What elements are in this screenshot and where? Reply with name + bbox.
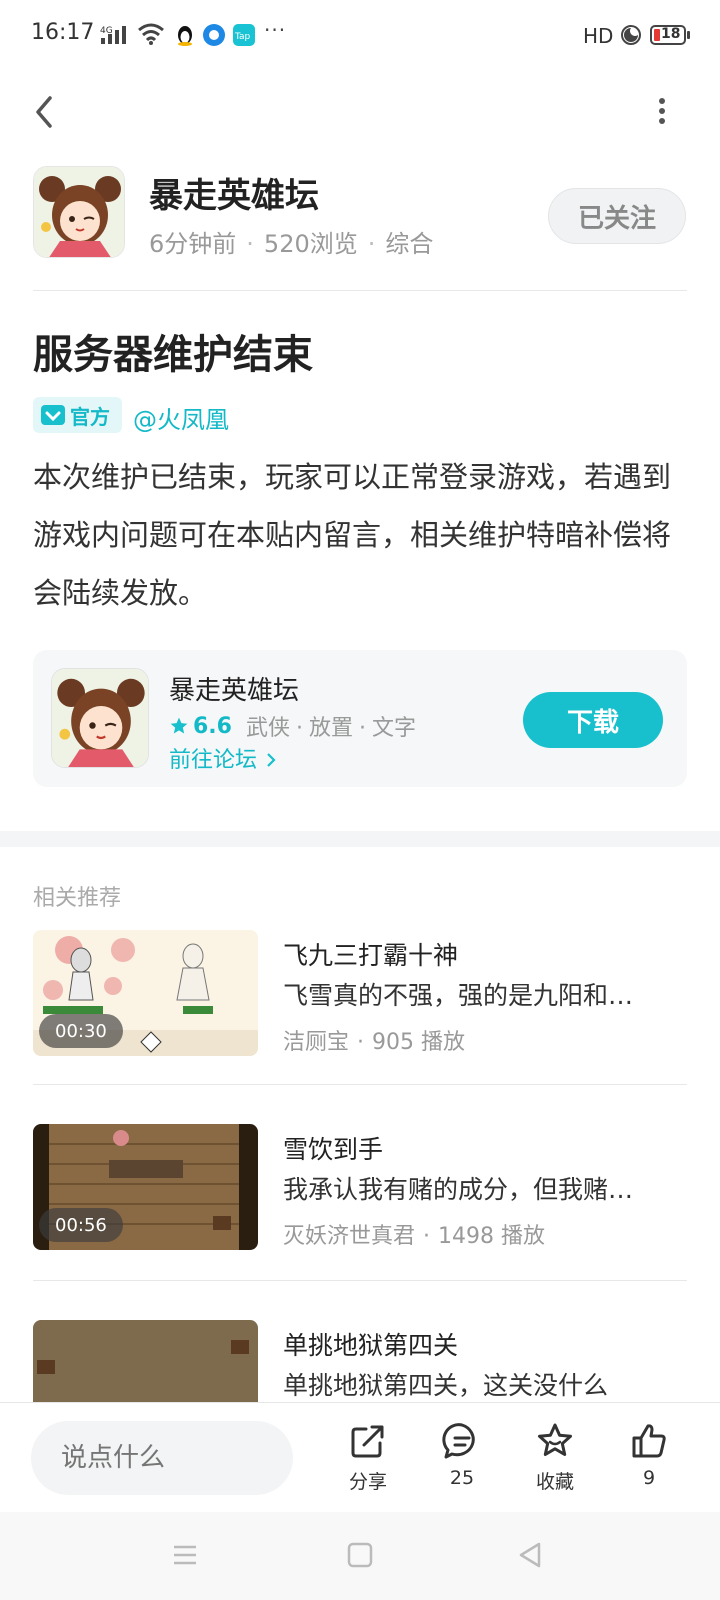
messenger-icon xyxy=(203,24,225,46)
like-count: 9 xyxy=(642,1467,656,1489)
more-vertical-icon xyxy=(659,98,665,124)
rec-description: 单挑地狱第四关，这关没什么 xyxy=(283,1371,609,1400)
rec-meta: 洁厕宝 · 905 播放 xyxy=(283,1030,466,1055)
home-square-icon xyxy=(347,1542,373,1568)
rec-plays: 1498 播放 xyxy=(438,1224,545,1249)
header-divider xyxy=(33,290,687,291)
status-bar: 16:17 4G Tap ··· HD 18 xyxy=(0,0,720,72)
forum-meta: 6分钟前 · 520浏览 · 综合 xyxy=(149,230,434,258)
list-divider xyxy=(33,1084,687,1085)
recommendation-item[interactable]: 00:56 雪饮到手 我承认我有赌的成分，但我赌… 灭妖济世真君 · 1498 播放 xyxy=(33,1124,687,1254)
share-icon xyxy=(351,1425,384,1458)
comment-icon xyxy=(442,1423,475,1459)
bottom-action-bar: 分享 25 收藏 9 xyxy=(0,1402,720,1512)
app-tag: 文字 xyxy=(372,716,417,741)
forum-name[interactable]: 暴走英雄坛 xyxy=(149,168,319,217)
more-options-button[interactable] xyxy=(650,92,674,132)
home-nav-button[interactable] xyxy=(345,1540,375,1574)
more-notifications-icon: ··· xyxy=(264,18,287,42)
menu-icon xyxy=(174,1545,196,1565)
forum-avatar[interactable] xyxy=(33,166,125,258)
video-duration: 00:56 xyxy=(39,1208,123,1242)
app-tag: 放置 xyxy=(309,716,354,741)
chevron-right-icon xyxy=(267,753,276,767)
rec-author: 灭妖济世真君 xyxy=(283,1224,416,1249)
video-duration: 00:30 xyxy=(39,1014,123,1048)
hd-label: HD xyxy=(583,24,614,48)
download-button[interactable]: 下载 xyxy=(523,692,663,748)
status-time: 16:17 xyxy=(31,20,95,45)
battery-icon: 18 xyxy=(650,25,686,45)
back-triangle-icon xyxy=(519,1542,541,1568)
svg-text:Tap: Tap xyxy=(234,32,251,42)
post-body: 本次维护已结束，玩家可以正常登录游戏，若遇到游戏内问题可在本贴内留言，相关维护特… xyxy=(33,460,672,610)
chevron-left-icon xyxy=(36,96,52,128)
heart-badge-icon xyxy=(41,405,65,425)
follow-button[interactable]: 已关注 xyxy=(548,188,686,244)
rec-description: 飞雪真的不强，强的是九阳和… xyxy=(283,981,634,1010)
tap-icon: Tap xyxy=(233,24,255,46)
share-button[interactable]: 分享 xyxy=(328,1421,408,1494)
video-thumbnail xyxy=(33,1320,258,1402)
comment-count: 25 xyxy=(449,1467,475,1489)
comment-input[interactable] xyxy=(31,1421,293,1495)
app-tag: 武侠 xyxy=(245,716,290,741)
app-card[interactable]: 暴走英雄坛 6.6 武侠 · 放置 · 文字 前往论坛 下载 xyxy=(33,650,687,787)
battery-level: 18 xyxy=(661,26,681,42)
star-outline-icon xyxy=(538,1423,572,1456)
rec-title: 单挑地狱第四关 xyxy=(283,1331,459,1360)
post-title: 服务器维护结束 xyxy=(33,332,313,378)
back-button[interactable] xyxy=(26,88,66,136)
back-nav-button[interactable] xyxy=(515,1540,545,1574)
related-section-title: 相关推荐 xyxy=(33,886,122,911)
wifi-icon xyxy=(137,22,165,50)
go-to-forum-label: 前往论坛 xyxy=(169,748,258,773)
video-thumbnail: 00:30 xyxy=(33,930,258,1056)
official-badge-label: 官方 xyxy=(70,404,110,429)
recommendation-item[interactable]: 00:30 飞九三打霸十神 飞雪真的不强，强的是九阳和… 洁厕宝 · 905 播放 xyxy=(33,930,687,1060)
view-count: 520浏览 xyxy=(263,230,358,258)
section-separator xyxy=(0,831,720,847)
battery-tip xyxy=(687,31,690,39)
rec-description: 我承认我有赌的成分，但我赌… xyxy=(283,1175,634,1204)
rec-plays: 905 播放 xyxy=(372,1030,466,1055)
author-link[interactable]: @火凤凰 xyxy=(133,400,229,435)
go-to-forum-link[interactable]: 前往论坛 xyxy=(169,742,278,774)
comment-button[interactable]: 25 xyxy=(422,1421,502,1489)
penguin-icon xyxy=(174,24,196,46)
rec-meta: 灭妖济世真君 · 1498 播放 xyxy=(283,1224,545,1249)
app-name: 暴走英雄坛 xyxy=(169,676,300,706)
favorite-button[interactable]: 收藏 xyxy=(515,1421,595,1494)
star-icon xyxy=(170,717,188,734)
menu-nav-button[interactable] xyxy=(170,1540,200,1574)
rec-title: 飞九三打霸十神 xyxy=(283,941,459,970)
app-tags: 武侠 · 放置 · 文字 xyxy=(245,716,417,741)
rec-title: 雪饮到手 xyxy=(283,1135,384,1164)
rec-author: 洁厕宝 xyxy=(283,1030,350,1055)
system-navigation-bar xyxy=(0,1512,720,1600)
dnd-icon xyxy=(620,24,642,50)
signal-icon: 4G xyxy=(100,24,130,50)
app-icon xyxy=(51,668,149,768)
favorite-label: 收藏 xyxy=(535,1471,574,1493)
video-thumbnail: 00:56 xyxy=(33,1124,258,1250)
post-category: 综合 xyxy=(385,230,434,258)
thumbs-up-icon xyxy=(632,1424,666,1458)
official-badge: 官方 xyxy=(33,397,122,433)
recommendation-item[interactable]: 单挑地狱第四关 单挑地狱第四关，这关没什么 xyxy=(33,1320,687,1402)
like-button[interactable]: 9 xyxy=(609,1421,689,1489)
share-label: 分享 xyxy=(348,1471,387,1493)
list-divider xyxy=(33,1280,687,1281)
post-time: 6分钟前 xyxy=(149,230,237,258)
app-rating-line: 6.6 武侠 · 放置 · 文字 xyxy=(169,710,416,742)
app-rating: 6.6 xyxy=(193,713,232,739)
